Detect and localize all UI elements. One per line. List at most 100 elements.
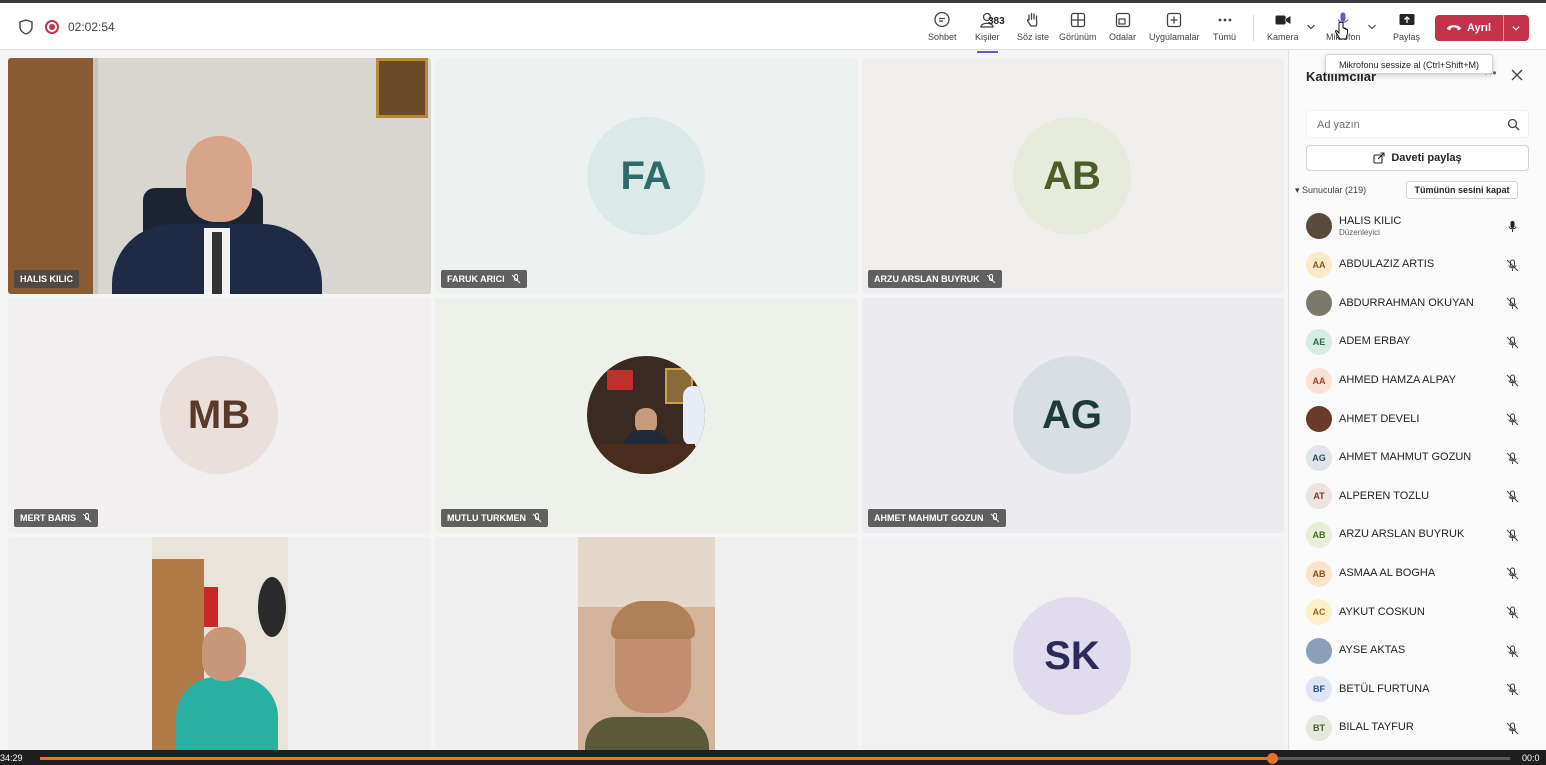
raise-hand-button[interactable]: Söz iste bbox=[1017, 11, 1049, 49]
participant-avatar: AB bbox=[1013, 117, 1131, 235]
participant-avatar: AA bbox=[1306, 251, 1332, 278]
participant-row[interactable]: BT BILAL TAYFUR bbox=[1289, 709, 1546, 748]
share-button[interactable]: Paylaş bbox=[1393, 11, 1420, 49]
mic-off-icon bbox=[990, 513, 999, 523]
participant-row[interactable]: AG AHMET MAHMUT GOZUN bbox=[1289, 439, 1546, 478]
participant-row[interactable]: AA ABDULAZIZ ARTIS bbox=[1289, 246, 1546, 285]
share-screen-icon bbox=[1399, 14, 1414, 25]
camera-label: Kamera bbox=[1267, 32, 1299, 42]
emblem-shape bbox=[258, 577, 286, 637]
participant-name: ARZU ARSLAN BUYRUK bbox=[1339, 528, 1465, 541]
close-icon[interactable] bbox=[1511, 69, 1523, 81]
progress-track[interactable] bbox=[40, 753, 1510, 764]
share-invite-icon bbox=[1373, 152, 1385, 164]
mic-options-chevron-icon[interactable] bbox=[1367, 22, 1377, 32]
video-tile[interactable]: SK bbox=[862, 537, 1284, 750]
mic-tooltip: Mikrofonu sessize al (Ctrl+Shift+M) bbox=[1325, 54, 1493, 74]
share-invite-button[interactable]: Daveti paylaş bbox=[1306, 145, 1529, 171]
participant-avatar: AA bbox=[1306, 367, 1332, 394]
raise-hand-label: Söz iste bbox=[1017, 32, 1050, 42]
video-progress-bar[interactable]: 34:29 00:0 bbox=[0, 750, 1546, 765]
view-button[interactable]: Görünüm bbox=[1059, 11, 1097, 49]
participant-row[interactable]: AB ARZU ARSLAN BUYRUK bbox=[1289, 516, 1546, 555]
rooms-button[interactable]: Odalar bbox=[1109, 11, 1136, 49]
elapsed-time: 34:29 bbox=[0, 753, 23, 763]
tile-name: ARZU ARSLAN BUYRUK bbox=[874, 274, 980, 284]
leave-options-chevron-icon[interactable] bbox=[1511, 24, 1521, 33]
mic-off-icon bbox=[1506, 374, 1519, 387]
view-label: Görünüm bbox=[1059, 32, 1097, 42]
participant-row[interactable]: AE ADEM ERBAY bbox=[1289, 323, 1546, 362]
participant-row[interactable]: AA AHMED HAMZA ALPAY bbox=[1289, 361, 1546, 400]
participant-name: ALPEREN TOZLU bbox=[1339, 489, 1430, 502]
progress-handle[interactable] bbox=[1266, 753, 1278, 764]
participant-search-input[interactable]: Ad yazın bbox=[1306, 110, 1529, 138]
participant-row[interactable]: ABDURRAHMAN OKUYAN bbox=[1289, 284, 1546, 323]
participant-photo-avatar bbox=[1306, 637, 1332, 664]
participant-row[interactable]: AB ASMAA AL BOGHA bbox=[1289, 554, 1546, 593]
presenters-section-toggle[interactable]: ▾ Sunucular (219) bbox=[1295, 185, 1366, 196]
wall-shape bbox=[578, 537, 715, 607]
participant-photo-avatar bbox=[1306, 406, 1332, 433]
participant-avatar: SK bbox=[1013, 597, 1131, 715]
person-face bbox=[202, 627, 246, 681]
mic-off-icon bbox=[1506, 452, 1519, 464]
camera-options-chevron-icon[interactable] bbox=[1306, 22, 1316, 32]
video-tile[interactable]: AG AHMET MAHMUT GOZUN bbox=[862, 298, 1284, 533]
participant-avatar: AT bbox=[1306, 483, 1332, 510]
more-button[interactable]: Tümü bbox=[1213, 11, 1236, 49]
video-tile[interactable]: FA FARUK ARICI bbox=[435, 58, 858, 294]
participant-name: ADEM ERBAY bbox=[1339, 335, 1411, 348]
leave-label: Ayrıl bbox=[1467, 22, 1492, 34]
desk-shape bbox=[599, 444, 695, 474]
more-dots-icon bbox=[1218, 18, 1231, 22]
participant-list: HALIS KILIC Düzenleyici AA ABDULAZIZ ARTI… bbox=[1289, 207, 1546, 747]
mic-off-icon bbox=[986, 274, 995, 284]
video-tile[interactable] bbox=[8, 537, 431, 750]
leave-button[interactable]: Ayrıl bbox=[1435, 15, 1529, 41]
participant-name: AHMET MAHMUT GOZUN bbox=[1339, 451, 1472, 464]
chat-button[interactable]: Sohbet bbox=[928, 11, 957, 49]
tile-name-tag: FARUK ARICI bbox=[441, 270, 527, 288]
participant-name: ABDULAZIZ ARTIS bbox=[1339, 258, 1435, 271]
microphone-icon bbox=[1508, 221, 1517, 232]
participants-panel: Katılımcılar ••• Ad yazın Daveti paylaş … bbox=[1288, 50, 1546, 750]
tile-name-tag: HALIS KILIC bbox=[14, 270, 79, 288]
speaker-tie bbox=[212, 232, 222, 294]
hand-cursor-icon bbox=[1335, 22, 1348, 40]
participant-name: AHMED HAMZA ALPAY bbox=[1339, 374, 1456, 387]
progress-fill bbox=[40, 757, 1272, 760]
mic-off-icon bbox=[1506, 722, 1519, 735]
video-tile[interactable]: AB ARZU ARSLAN BUYRUK bbox=[862, 58, 1284, 294]
camera-button[interactable]: Kamera bbox=[1267, 11, 1299, 49]
participant-photo-avatar bbox=[1306, 213, 1332, 240]
tile-name: AHMET MAHMUT GOZUN bbox=[874, 513, 984, 523]
video-tile[interactable] bbox=[435, 537, 858, 750]
participant-row[interactable]: HALIS KILIC Düzenleyici bbox=[1289, 207, 1546, 246]
chat-icon bbox=[934, 11, 950, 28]
participant-row[interactable]: AYSE AKTAS bbox=[1289, 632, 1546, 671]
search-icon bbox=[1507, 118, 1520, 131]
participant-row[interactable]: AC AYKUT COSKUN bbox=[1289, 593, 1546, 632]
video-tile[interactable]: HALIS KILIC bbox=[8, 58, 431, 294]
apps-label: Uygulamalar bbox=[1149, 32, 1200, 42]
tile-name: MUTLU TURKMEN bbox=[447, 513, 526, 523]
participant-row[interactable]: BF BETÜL FURTUNA bbox=[1289, 670, 1546, 709]
participant-name: BILAL TAYFUR bbox=[1339, 721, 1414, 734]
mic-off-icon bbox=[1506, 567, 1519, 580]
search-placeholder: Ad yazın bbox=[1317, 119, 1360, 131]
participant-row[interactable]: AHMET DEVELI bbox=[1289, 400, 1546, 439]
add-apps-icon bbox=[1167, 12, 1182, 28]
recording-icon bbox=[45, 20, 59, 34]
grid-view-icon bbox=[1070, 12, 1085, 28]
person-clothes bbox=[585, 717, 709, 750]
participant-row[interactable]: AT ALPEREN TOZLU bbox=[1289, 477, 1546, 516]
leave-divider bbox=[1503, 15, 1504, 41]
video-tile[interactable]: MB MERT BARIS bbox=[8, 298, 431, 533]
mic-off-icon bbox=[1506, 336, 1519, 349]
banner-shape bbox=[683, 386, 705, 446]
video-tile[interactable]: MUTLU TURKMEN bbox=[435, 298, 858, 533]
apps-button[interactable]: Uygulamalar bbox=[1149, 11, 1200, 49]
mute-all-button[interactable]: Tümünün sesini kapat bbox=[1406, 181, 1518, 199]
participant-role: Düzenleyici bbox=[1339, 228, 1380, 238]
